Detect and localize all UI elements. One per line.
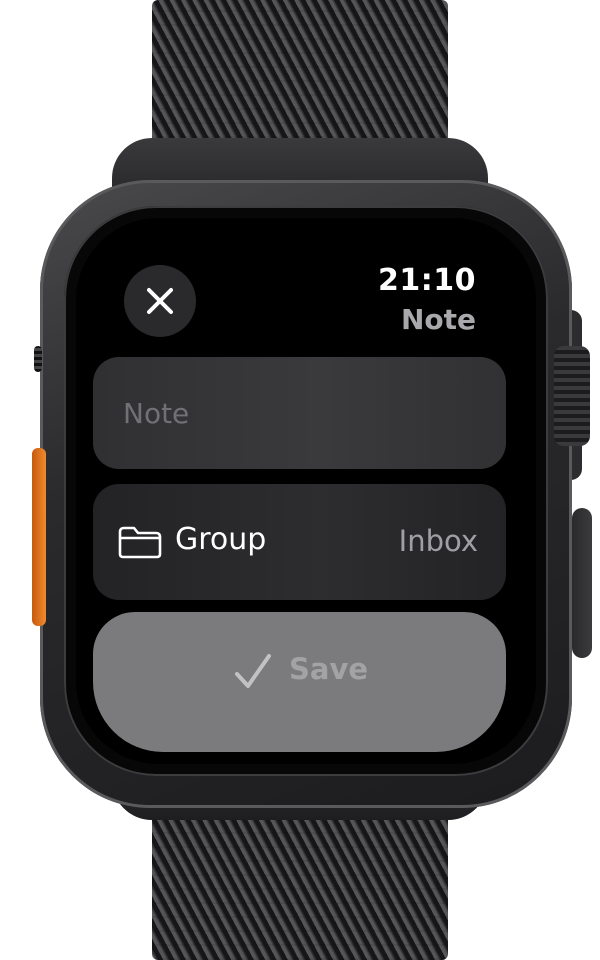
status-time: 21:10 (378, 263, 476, 298)
checkmark-icon (235, 654, 271, 688)
close-button[interactable] (124, 265, 196, 337)
group-picker-row[interactable]: Group Inbox (93, 484, 506, 600)
group-label: Group (175, 522, 267, 557)
group-value: Inbox (398, 524, 478, 558)
close-icon (147, 288, 173, 314)
save-button[interactable]: Save (93, 612, 506, 752)
watch-device: 21:10 Note Group Inbox Save (0, 0, 600, 960)
save-label: Save (289, 652, 369, 686)
digital-crown[interactable] (554, 346, 590, 446)
speaker-grille (34, 346, 42, 372)
action-button[interactable] (32, 448, 46, 626)
page-title: Note (400, 303, 476, 336)
note-input[interactable] (93, 357, 506, 469)
side-button[interactable] (572, 508, 592, 658)
folder-icon (118, 526, 162, 559)
